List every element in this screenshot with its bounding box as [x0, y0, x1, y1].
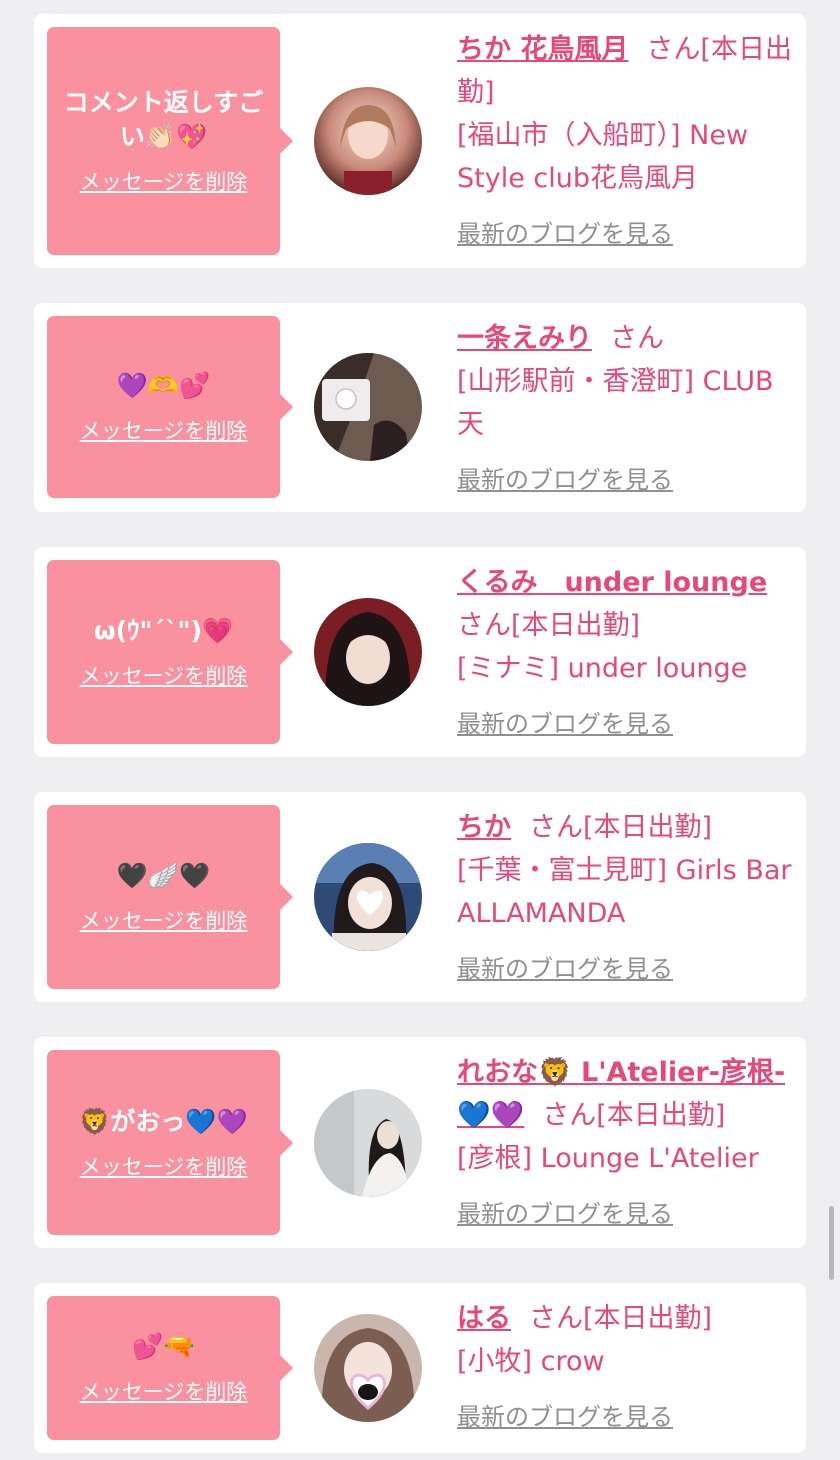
latest-blog-link[interactable]: 最新のブログを見る [457, 1194, 673, 1229]
delete-message-link[interactable]: メッセージを削除 [80, 166, 248, 196]
scrollbar[interactable] [829, 1206, 834, 1280]
profile-info: 一条えみり さん [山形駅前・香澄町] CLUB 天 最新のブログを見る [457, 317, 797, 495]
comment-text: コメント返しすごい👏🏻💖 [63, 88, 264, 151]
comment-text: 🖤🪽🖤 [116, 861, 211, 890]
shop-info: [ミナミ] under lounge [457, 653, 748, 684]
message-card: 💕🔫 メッセージを削除 はる さん[本日出勤] [小牧] crow 最新のブログを… [34, 1283, 806, 1453]
message-card: 🖤🪽🖤 メッセージを削除 ちか さん[本日出勤] [千葉・富士見町] Girls … [34, 792, 806, 1002]
profile-info: れおな🦁 L'Atelier-彦根-💙💜 さん[本日出勤] [彦根] Lounge… [457, 1051, 797, 1229]
cast-status: さん [610, 323, 664, 354]
cast-name-link[interactable]: ちか 花鳥風月 [457, 34, 628, 65]
profile-info: はる さん[本日出勤] [小牧] crow 最新のブログを見る [457, 1297, 797, 1432]
delete-message-link[interactable]: メッセージを削除 [80, 1376, 248, 1406]
avatar[interactable] [314, 1314, 422, 1422]
latest-blog-link[interactable]: 最新のブログを見る [457, 949, 673, 984]
comment-text: 🦁がおっ💙💜 [79, 1106, 248, 1136]
delete-message-link[interactable]: メッセージを削除 [80, 660, 248, 690]
delete-message-link[interactable]: メッセージを削除 [80, 905, 248, 935]
delete-message-link[interactable]: メッセージを削除 [80, 415, 248, 445]
cast-name-link[interactable]: くるみ under lounge [457, 567, 767, 598]
avatar[interactable] [314, 87, 422, 195]
avatar[interactable] [314, 1089, 422, 1197]
cast-status: さん[本日出勤] [529, 812, 713, 843]
cast-name-link[interactable]: はる [457, 1303, 511, 1334]
cast-name-link[interactable]: ちか [457, 812, 511, 843]
avatar[interactable] [314, 353, 422, 461]
shop-info: [福山市（入船町）] New Style club花鳥風月 [457, 120, 749, 194]
cast-name-link[interactable]: 一条えみり [457, 323, 592, 354]
comment-text: 💜🫶💕 [116, 371, 211, 400]
latest-blog-link[interactable]: 最新のブログを見る [457, 460, 673, 495]
comment-text: ω(ｳ"ˊˋ")💗 [93, 616, 234, 645]
message-card: 💜🫶💕 メッセージを削除 一条えみり さん [山形駅前・香澄町] CLUB 天 最… [34, 303, 806, 512]
profile-info: ちか 花鳥風月 さん[本日出勤] [福山市（入船町）] New Style clu… [457, 28, 797, 249]
avatar[interactable] [314, 843, 422, 951]
delete-message-link[interactable]: メッセージを削除 [80, 1151, 248, 1181]
message-card: コメント返しすごい👏🏻💖 メッセージを削除 ちか 花鳥風月 さん[本日出勤] [福… [34, 14, 806, 268]
message-card: 🦁がおっ💙💜 メッセージを削除 れおな🦁 L'Atelier-彦根-💙💜 さん[本… [34, 1037, 806, 1248]
comment-bubble: ω(ｳ"ˊˋ")💗 メッセージを削除 [47, 560, 293, 744]
cast-status: さん[本日出勤] [542, 1100, 726, 1131]
comment-bubble: 💜🫶💕 メッセージを削除 [47, 316, 293, 498]
message-card: ω(ｳ"ˊˋ")💗 メッセージを削除 くるみ under lounge さん[本日… [34, 547, 806, 757]
shop-info: [小牧] crow [457, 1346, 605, 1377]
cast-status: さん[本日出勤] [529, 1303, 713, 1334]
comment-bubble: 🦁がおっ💙💜 メッセージを削除 [47, 1050, 293, 1235]
profile-info: くるみ under lounge さん[本日出勤] [ミナミ] under lou… [457, 561, 797, 739]
profile-info: ちか さん[本日出勤] [千葉・富士見町] Girls Bar ALLAMANDA… [457, 806, 797, 984]
latest-blog-link[interactable]: 最新のブログを見る [457, 704, 673, 739]
shop-info: [千葉・富士見町] Girls Bar ALLAMANDA [457, 855, 792, 929]
comment-bubble: 🖤🪽🖤 メッセージを削除 [47, 805, 293, 989]
comment-text: 💕🔫 [132, 1332, 195, 1361]
avatar[interactable] [314, 598, 422, 706]
comment-bubble: 💕🔫 メッセージを削除 [47, 1296, 293, 1440]
comment-bubble: コメント返しすごい👏🏻💖 メッセージを削除 [47, 27, 293, 255]
latest-blog-link[interactable]: 最新のブログを見る [457, 1397, 673, 1432]
shop-info: [彦根] Lounge L'Atelier [457, 1143, 759, 1174]
latest-blog-link[interactable]: 最新のブログを見る [457, 214, 673, 249]
cast-status: さん[本日出勤] [457, 610, 641, 641]
shop-info: [山形駅前・香澄町] CLUB 天 [457, 366, 774, 440]
